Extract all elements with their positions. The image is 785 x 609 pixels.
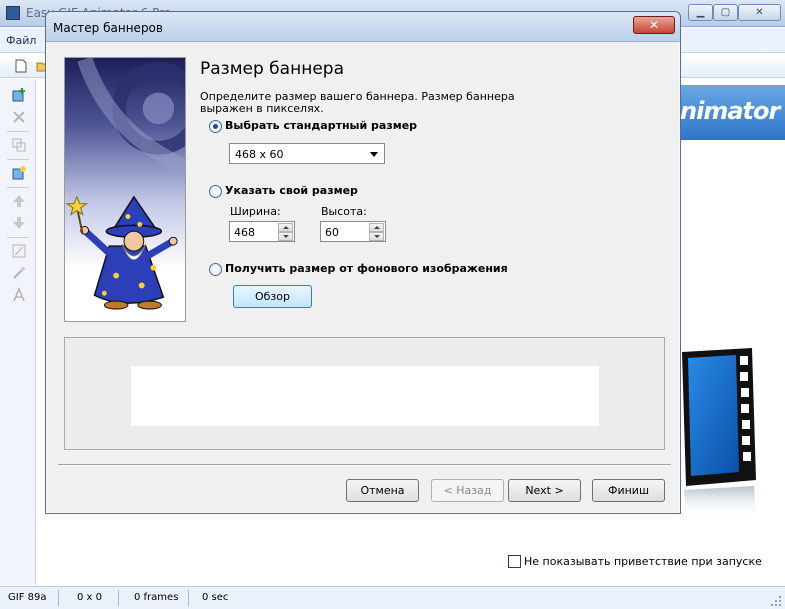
maximize-button[interactable]: ▢ xyxy=(713,4,738,21)
film-strip-logo-icon xyxy=(682,348,756,518)
next-button[interactable]: Next > xyxy=(508,479,581,502)
minimize-button[interactable]: ▁ xyxy=(688,4,713,21)
frames-toolbar xyxy=(0,79,36,585)
background-size-label[interactable]: Получить размер от фонового изображения xyxy=(225,262,508,275)
background-size-radio[interactable] xyxy=(209,263,222,276)
status-dimensions: 0 x 0 xyxy=(77,592,102,603)
wizard-close-button[interactable]: ✕ xyxy=(633,16,675,34)
wizard-client-area: Размер баннера Определите размер вашего … xyxy=(51,43,676,510)
chevron-down-icon[interactable] xyxy=(370,152,378,157)
height-label: Высота: xyxy=(321,205,367,218)
toolbar-separator xyxy=(7,187,29,188)
toolbar-separator xyxy=(7,159,29,160)
menu-file[interactable]: Файл xyxy=(6,34,36,47)
height-value: 60 xyxy=(325,226,339,239)
insert-frame-icon[interactable] xyxy=(11,165,27,181)
width-increment-icon[interactable] xyxy=(278,223,293,232)
standard-size-value: 468 x 60 xyxy=(235,148,284,161)
width-value: 468 xyxy=(234,226,255,239)
cancel-button[interactable]: Отмена xyxy=(346,479,419,502)
width-stepper[interactable]: 468 xyxy=(229,221,295,242)
page-title: Размер баннера xyxy=(200,59,344,79)
new-file-icon[interactable] xyxy=(14,59,28,73)
resize-icon xyxy=(12,244,26,258)
finish-button[interactable]: Финиш xyxy=(592,479,665,502)
width-label: Ширина: xyxy=(230,205,281,218)
status-format: GIF 89a xyxy=(8,592,47,603)
banner-preview-canvas xyxy=(131,366,599,426)
status-divider xyxy=(58,590,59,606)
back-button[interactable]: < Назад xyxy=(431,479,504,502)
move-up-icon xyxy=(13,195,25,207)
app-icon xyxy=(6,6,20,20)
text-tool-icon xyxy=(13,287,25,302)
wizard-title: Мастер баннеров xyxy=(53,21,163,35)
resize-grip-icon[interactable] xyxy=(770,595,782,607)
delete-frame-icon xyxy=(13,111,25,123)
standard-size-radio[interactable] xyxy=(209,120,222,133)
status-divider xyxy=(118,590,119,606)
height-decrement-icon[interactable] xyxy=(369,232,384,241)
standard-size-select[interactable]: 468 x 60 xyxy=(229,143,385,164)
dont-show-welcome-checkbox[interactable] xyxy=(508,555,521,568)
footer-divider xyxy=(58,464,671,466)
app-banner: nimator xyxy=(680,85,785,140)
statusbar: GIF 89a 0 x 0 0 frames 0 sec xyxy=(0,586,785,609)
status-divider xyxy=(188,590,189,606)
magic-wand-icon xyxy=(13,267,25,279)
banner-preview-frame xyxy=(64,337,665,450)
banner-text: nimator xyxy=(680,97,780,125)
page-description: Определите размер вашего баннера. Размер… xyxy=(200,90,515,115)
dont-show-welcome-label: Не показывать приветствие при запуске xyxy=(524,555,762,568)
height-increment-icon[interactable] xyxy=(369,223,384,232)
height-stepper[interactable]: 60 xyxy=(320,221,386,242)
add-frame-icon[interactable] xyxy=(11,87,27,103)
standard-size-label[interactable]: Выбрать стандартный размер xyxy=(225,119,417,132)
custom-size-radio[interactable] xyxy=(209,185,222,198)
custom-size-label[interactable]: Указать свой размер xyxy=(225,184,358,197)
status-frames: 0 frames xyxy=(134,592,179,603)
main-close-button[interactable]: ✕ xyxy=(738,4,781,21)
banner-wizard-dialog: Мастер баннеров ✕ Размер баннера Определ… xyxy=(45,11,681,514)
browse-button[interactable]: Обзор xyxy=(233,285,312,308)
toolbar-separator xyxy=(7,131,29,132)
copy-frame-icon xyxy=(12,138,26,152)
width-decrement-icon[interactable] xyxy=(278,232,293,241)
status-duration: 0 sec xyxy=(202,592,229,603)
wizard-titlebar[interactable]: Мастер баннеров ✕ xyxy=(46,12,680,42)
move-down-icon xyxy=(13,217,25,229)
wizard-mascot-icon xyxy=(64,57,186,322)
toolbar-separator xyxy=(7,237,29,238)
